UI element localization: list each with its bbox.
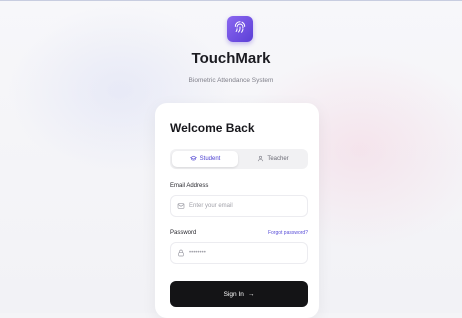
role-selector: Student Teacher [170,149,308,169]
mail-icon [177,197,185,215]
sign-in-button[interactable]: Sign In → [170,281,308,307]
fingerprint-icon [233,20,247,39]
role-tab-student[interactable]: Student [172,151,238,167]
email-label: Email Address [170,183,209,189]
password-field[interactable]: •••••••• [170,242,308,264]
sign-in-label: Sign In [223,290,244,298]
forgot-password-link[interactable]: Forgot password? [268,230,308,236]
app-logo [227,16,253,42]
role-tab-label: Student [199,156,221,162]
user-icon [257,155,264,164]
app-tagline: Biometric Attendance System [188,77,274,84]
graduation-cap-icon [189,155,197,164]
password-label: Password [170,230,197,236]
login-heading: Welcome Back [170,121,255,135]
app-title: TouchMark [191,50,271,67]
arrow-right-icon: → [247,290,255,298]
email-field[interactable]: Enter your email [170,195,308,217]
lock-icon [177,244,185,262]
role-tab-teacher[interactable]: Teacher [240,151,306,167]
role-tab-label: Teacher [267,156,289,162]
password-value: •••••••• [189,250,206,256]
email-placeholder: Enter your email [189,203,233,209]
login-card: Welcome Back Student Teacher Email Addre… [155,103,319,318]
top-divider [0,0,462,1]
